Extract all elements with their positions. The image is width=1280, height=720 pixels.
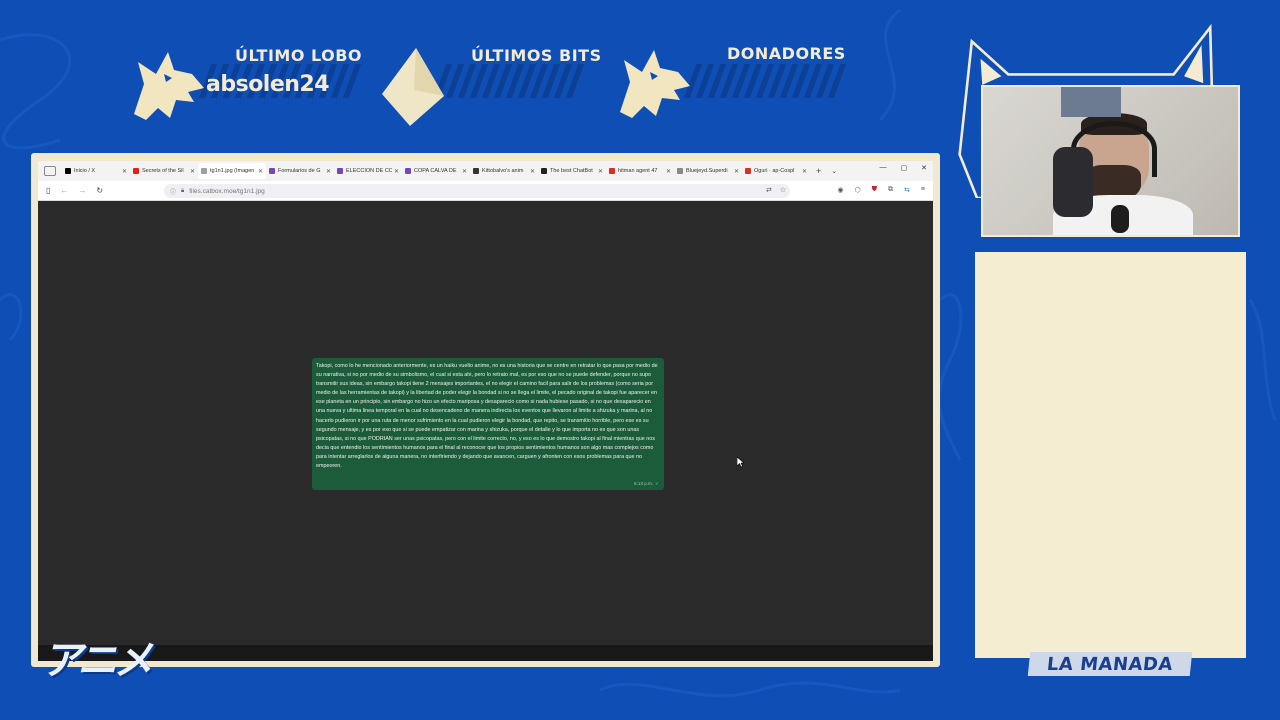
- last-bits-label: ÚLTIMOS BITS: [471, 46, 602, 65]
- chevron-down-icon[interactable]: ⌄: [831, 167, 837, 175]
- browser-tab[interactable]: ELECCIÓN DE CO ✕: [334, 163, 402, 179]
- close-icon[interactable]: ✕: [394, 168, 399, 175]
- address-bar: ▯ ← → ↻ ⓘ 🔒︎ files.catbox.moe/tg1n1.jpg …: [38, 181, 933, 201]
- close-icon[interactable]: ✕: [802, 168, 807, 175]
- close-icon[interactable]: ✕: [326, 168, 331, 175]
- sidebar-footer-label: LA MANADA: [1027, 652, 1193, 676]
- lock-icon: 🔒︎: [181, 187, 185, 194]
- image-viewer: Takopi, como lo he mencionado anteriorme…: [38, 201, 933, 661]
- anime-logo: アニメ: [42, 638, 153, 684]
- browser-tab[interactable]: Bluejeyd.Superdi ✕: [674, 163, 742, 179]
- forms-icon: [337, 168, 343, 174]
- shield-icon[interactable]: ⛊: [872, 186, 877, 194]
- close-icon[interactable]: ✕: [666, 168, 671, 175]
- webcam-feed: [981, 85, 1240, 237]
- check-icon: ✓: [655, 480, 659, 486]
- wolf-head-icon: [620, 50, 690, 118]
- url-text: files.catbox.moe/tg1n1.jpg: [189, 187, 265, 195]
- menu-icon[interactable]: ≡: [921, 186, 925, 194]
- translate-icon[interactable]: ⇄: [766, 186, 772, 194]
- account-icon[interactable]: ◉: [838, 186, 844, 194]
- browser-tab[interactable]: Secrets of the Sil ✕: [130, 163, 198, 179]
- url-field[interactable]: ⓘ 🔒︎ files.catbox.moe/tg1n1.jpg: [164, 184, 790, 198]
- message-text: Takopi, como lo he mencionado anteriorme…: [316, 363, 658, 470]
- donors-label: DONADORES: [727, 44, 846, 63]
- wolf-head-icon: [134, 52, 204, 120]
- forward-icon[interactable]: →: [78, 186, 86, 195]
- close-icon[interactable]: ✕: [190, 168, 195, 175]
- close-icon[interactable]: ✕: [258, 168, 263, 175]
- forms-icon: [269, 168, 275, 174]
- tab-bar: Inicio / X ✕ Secrets of the Sil ✕ tg1n1.jp…: [38, 161, 933, 181]
- close-icon[interactable]: ✕: [530, 168, 535, 175]
- close-icon[interactable]: ✕: [122, 168, 127, 175]
- close-icon[interactable]: ✕: [462, 168, 467, 175]
- browser-tab[interactable]: hitman agent 47 ✕: [606, 163, 674, 179]
- last-wolf-username: absolen24: [206, 72, 330, 97]
- tab-overview-icon[interactable]: [44, 166, 56, 176]
- maximize-icon[interactable]: ▢: [901, 164, 908, 172]
- browser-tab-active[interactable]: tg1n1.jpg (Imagen ✕: [198, 163, 266, 179]
- browser-tab[interactable]: COPA CALVA DE ✕: [402, 163, 470, 179]
- browser-window: Inicio / X ✕ Secrets of the Sil ✕ tg1n1.jp…: [38, 161, 933, 661]
- back-icon[interactable]: ←: [60, 186, 68, 195]
- webcam-poster: [1061, 87, 1121, 117]
- chat-message-bubble: Takopi, como lo he mencionado anteriorme…: [312, 358, 664, 490]
- viewer-bottom-bar: [38, 645, 933, 661]
- toolbar-extensions: ◉ ⬡ ⛊ ⧉ ⇆ ≡: [838, 186, 925, 194]
- close-icon[interactable]: ✕: [734, 168, 739, 175]
- sidebar-panel: [975, 252, 1246, 658]
- browser-tab[interactable]: Oguri · ap-Cospl ✕: [742, 163, 810, 179]
- youtube-icon: [133, 168, 139, 174]
- browser-tab[interactable]: Inicio / X ✕: [62, 163, 130, 179]
- bookmark-star-icon[interactable]: ☆: [780, 186, 786, 194]
- browser-tab[interactable]: Formularios de G ✕: [266, 163, 334, 179]
- pocket-icon[interactable]: ⬡: [855, 186, 861, 194]
- chatbot-icon: [541, 168, 547, 174]
- window-controls: — ▢ ✕: [880, 164, 928, 172]
- red-icon: [609, 168, 615, 174]
- image-icon: [201, 168, 207, 174]
- banner-stripe: [433, 64, 587, 98]
- minimize-icon[interactable]: —: [880, 164, 887, 172]
- sync-icon[interactable]: ⇆: [904, 186, 910, 194]
- site-icon: [677, 168, 683, 174]
- bits-crystal-icon: [382, 48, 444, 126]
- browser-tab[interactable]: Kittobalvo's anim ✕: [470, 163, 538, 179]
- close-icon[interactable]: ✕: [598, 168, 603, 175]
- webcam-chair: [1053, 147, 1093, 217]
- message-timestamp: 5:13 p.m. ✓: [633, 480, 659, 486]
- webcam-microphone: [1111, 205, 1129, 233]
- forms-icon: [405, 168, 411, 174]
- close-window-icon[interactable]: ✕: [921, 164, 927, 172]
- info-icon[interactable]: ⓘ: [170, 187, 176, 196]
- reload-icon[interactable]: ↻: [96, 186, 103, 195]
- x-icon: [65, 168, 71, 174]
- extensions-icon[interactable]: ⧉: [888, 186, 893, 194]
- red-icon: [745, 168, 751, 174]
- sidebar-toggle-icon[interactable]: ▯: [46, 186, 50, 195]
- new-tab-icon[interactable]: +: [816, 166, 821, 176]
- banner-stripe: [683, 64, 847, 98]
- site-icon: [473, 168, 479, 174]
- mouse-cursor-icon: [737, 457, 745, 468]
- last-wolf-label: ÚLTIMO LOBO: [235, 46, 363, 65]
- browser-tab[interactable]: The best ChatBot ✕: [538, 163, 606, 179]
